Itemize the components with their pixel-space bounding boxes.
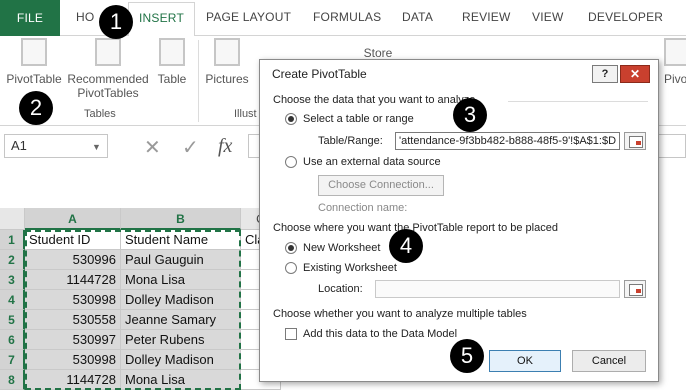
pictures-button[interactable]: Pictures (202, 38, 252, 86)
choose-connection-button[interactable]: Choose Connection... (318, 175, 444, 196)
callout-4: 4 (389, 229, 423, 263)
row-header[interactable]: 1 (0, 230, 25, 250)
cell-a[interactable]: 530998 (25, 290, 121, 310)
pivotchart-icon (664, 38, 686, 66)
tab-page-layout[interactable]: PAGE LAYOUT (206, 10, 291, 24)
connection-name-label: Connection name: (318, 202, 408, 214)
section-divider (508, 101, 648, 102)
pictures-label: Pictures (205, 72, 249, 86)
pivottable-icon (21, 38, 47, 66)
table-range-label: Table/Range: (318, 135, 383, 147)
close-button[interactable]: ✕ (620, 65, 650, 83)
tab-developer[interactable]: DEVELOPER (588, 10, 663, 24)
radio-external-source-label[interactable]: Use an external data source (303, 156, 441, 168)
location-input[interactable] (375, 280, 620, 298)
ribbon-separator (198, 40, 199, 122)
callout-3: 3 (453, 98, 487, 132)
group-label-tables: Tables (84, 108, 116, 120)
row-header[interactable]: 6 (0, 330, 25, 350)
cell-a[interactable]: Student ID (25, 230, 121, 250)
column-header-a[interactable]: A (25, 208, 121, 230)
insert-function-icon[interactable]: fx (218, 135, 232, 158)
location-picker-icon[interactable] (624, 280, 646, 298)
cell-b[interactable]: Jeanne Samary (121, 310, 241, 330)
select-all-corner[interactable] (0, 208, 25, 230)
tab-formulas[interactable]: FORMULAS (313, 10, 381, 24)
radio-select-table-label[interactable]: Select a table or range (303, 113, 414, 125)
help-button[interactable]: ? (592, 65, 618, 83)
location-label: Location: (318, 283, 363, 295)
tab-data[interactable]: DATA (402, 10, 433, 24)
cancel-button[interactable]: Cancel (572, 350, 646, 372)
recommended-label-1: Recommended (67, 72, 149, 86)
table-label: Table (157, 72, 187, 86)
ok-button[interactable]: OK (489, 350, 561, 372)
recommended-pivottables-icon (95, 38, 121, 66)
dialog-titlebar[interactable]: Create PivotTable ? ✕ (260, 60, 658, 87)
tab-insert[interactable]: INSERT (128, 2, 195, 37)
callout-2: 2 (19, 91, 53, 125)
cell-b[interactable]: Dolley Madison (121, 350, 241, 370)
enter-icon[interactable]: ✓ (182, 135, 199, 160)
cell-a[interactable]: 1144728 (25, 270, 121, 290)
group-label-illustrations: Illust (234, 108, 257, 120)
section-multiple-tables: Choose whether you want to analyze multi… (273, 308, 527, 320)
cell-a[interactable]: 530997 (25, 330, 121, 350)
cell-b[interactable]: Peter Rubens (121, 330, 241, 350)
row-header[interactable]: 3 (0, 270, 25, 290)
row-header[interactable]: 8 (0, 370, 25, 390)
radio-existing-worksheet-label[interactable]: Existing Worksheet (303, 262, 397, 274)
radio-select-table[interactable] (285, 113, 297, 125)
recommended-pivottables-button[interactable]: Recommended PivotTables (66, 38, 150, 100)
row-header[interactable]: 4 (0, 290, 25, 310)
tab-home[interactable]: HO (76, 10, 94, 24)
row-header[interactable]: 7 (0, 350, 25, 370)
radio-new-worksheet-label[interactable]: New Worksheet (303, 242, 380, 254)
table-button[interactable]: Table (152, 38, 192, 86)
row-header[interactable]: 5 (0, 310, 25, 330)
cell-a[interactable]: 530998 (25, 350, 121, 370)
column-header-b[interactable]: B (121, 208, 241, 230)
pivotchart-label: PivotCh (664, 72, 686, 86)
row-header[interactable]: 2 (0, 250, 25, 270)
cell-a[interactable]: 530558 (25, 310, 121, 330)
pivottable-label: PivotTable (6, 72, 62, 86)
data-model-checkbox-label[interactable]: Add this data to the Data Model (303, 328, 457, 340)
cell-b[interactable]: Paul Gauguin (121, 250, 241, 270)
chevron-down-icon[interactable]: ▼ (92, 142, 101, 152)
radio-external-source[interactable] (285, 156, 297, 168)
dialog-title: Create PivotTable (272, 67, 367, 81)
radio-existing-worksheet[interactable] (285, 262, 297, 274)
callout-5: 5 (450, 339, 484, 373)
callout-1: 1 (99, 5, 133, 39)
pictures-icon (214, 38, 240, 66)
cell-a[interactable]: 530996 (25, 250, 121, 270)
cell-b[interactable]: Dolley Madison (121, 290, 241, 310)
range-picker-icon[interactable] (624, 132, 646, 150)
cell-b[interactable]: Mona Lisa (121, 270, 241, 290)
data-model-checkbox[interactable] (285, 328, 297, 340)
tab-file[interactable]: FILE (0, 0, 60, 36)
cell-a[interactable]: 1144728 (25, 370, 121, 390)
tab-review[interactable]: REVIEW (462, 10, 511, 24)
tab-view[interactable]: VIEW (532, 10, 563, 24)
pivottable-button[interactable]: PivotTable (4, 38, 64, 86)
pivotchart-button[interactable]: PivotCh (664, 38, 686, 86)
radio-new-worksheet[interactable] (285, 242, 297, 254)
table-range-input[interactable]: 'attendance-9f3bb482-b888-48f5-9'!$A$1:$… (395, 132, 620, 150)
cell-b[interactable]: Mona Lisa (121, 370, 241, 390)
cell-b[interactable]: Student Name (121, 230, 241, 250)
recommended-label-2: PivotTables (77, 86, 139, 100)
section-data-source: Choose the data that you want to analyze (273, 94, 476, 106)
table-icon (159, 38, 185, 66)
store-button[interactable]: Store (358, 46, 398, 60)
cancel-icon[interactable]: ✕ (144, 135, 161, 160)
